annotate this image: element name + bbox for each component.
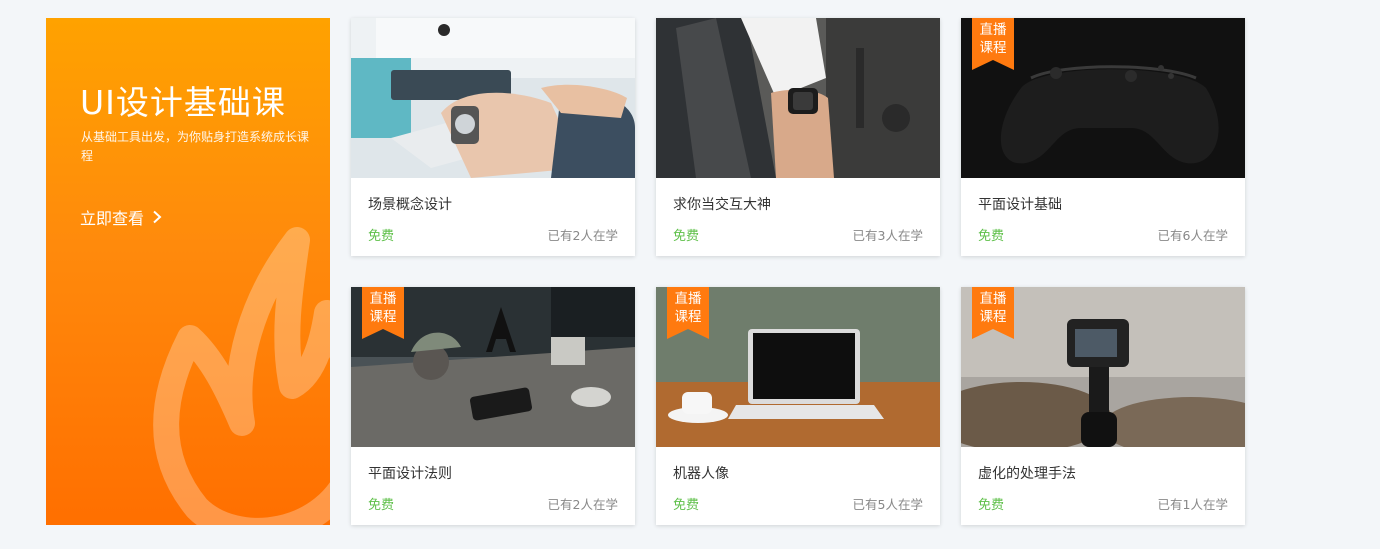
promo-subtitle: 从基础工具出发，为你贴身打造系统成长课程	[81, 130, 310, 163]
course-thumbnail	[351, 18, 635, 178]
course-card[interactable]: 场景概念设计 免费 已有2人在学	[351, 18, 635, 256]
course-price: 免费	[368, 229, 395, 244]
course-learners: 已有5人在学	[852, 497, 923, 512]
course-learners: 已有1人在学	[1157, 497, 1228, 512]
course-title: 求你当交互大神	[673, 197, 771, 213]
course-thumbnail	[656, 18, 940, 178]
course-price: 免费	[673, 498, 700, 513]
course-learners: 已有2人在学	[547, 497, 618, 512]
live-course-badge: 直播 课程	[972, 18, 1014, 70]
course-title: 虚化的处理手法	[978, 466, 1076, 482]
course-price: 免费	[978, 498, 1005, 513]
live-course-badge: 直播 课程	[362, 287, 404, 339]
badge-line1: 直播	[369, 291, 397, 307]
course-card[interactable]: 直播 课程 平面设计基础 免费 已有6人在学	[961, 18, 1245, 256]
view-now-label: 立即查看	[80, 209, 145, 228]
course-title: 机器人像	[673, 466, 729, 482]
course-learners: 已有3人在学	[852, 228, 923, 243]
course-title: 平面设计法则	[368, 466, 452, 482]
badge-line2: 课程	[979, 309, 1007, 325]
smartwatch-wrist-photo	[656, 18, 940, 178]
course-price: 免费	[978, 229, 1005, 244]
course-learners: 已有6人在学	[1157, 228, 1228, 243]
course-title: 场景概念设计	[368, 197, 452, 213]
promo-panel: UI设计基础课 从基础工具出发，为你贴身打造系统成长课程 立即查看	[46, 18, 330, 525]
badge-line1: 直播	[979, 291, 1007, 307]
course-card[interactable]: 直播 课程 虚化的处理手法 免费 已有1人在学	[961, 287, 1245, 525]
badge-line1: 直播	[979, 22, 1007, 38]
promo-title: UI设计基础课	[80, 83, 286, 122]
live-course-badge: 直播 课程	[972, 287, 1014, 339]
course-price: 免费	[673, 229, 700, 244]
course-title: 平面设计基础	[978, 197, 1062, 213]
badge-line2: 课程	[674, 309, 702, 325]
badge-line2: 课程	[369, 309, 397, 325]
badge-line2: 课程	[979, 40, 1007, 56]
course-card[interactable]: 求你当交互大神 免费 已有3人在学	[656, 18, 940, 256]
course-price: 免费	[368, 498, 395, 513]
course-card[interactable]: 直播 课程 机器人像 免费 已有5人在学	[656, 287, 940, 525]
live-course-badge: 直播 课程	[667, 287, 709, 339]
flame-icon	[153, 227, 330, 525]
badge-line1: 直播	[674, 291, 702, 307]
course-learners: 已有2人在学	[547, 228, 618, 243]
laptop-typing-photo	[351, 18, 635, 178]
course-card[interactable]: 直播 课程 平面设计法则 免费 已有2人在学	[351, 287, 635, 525]
